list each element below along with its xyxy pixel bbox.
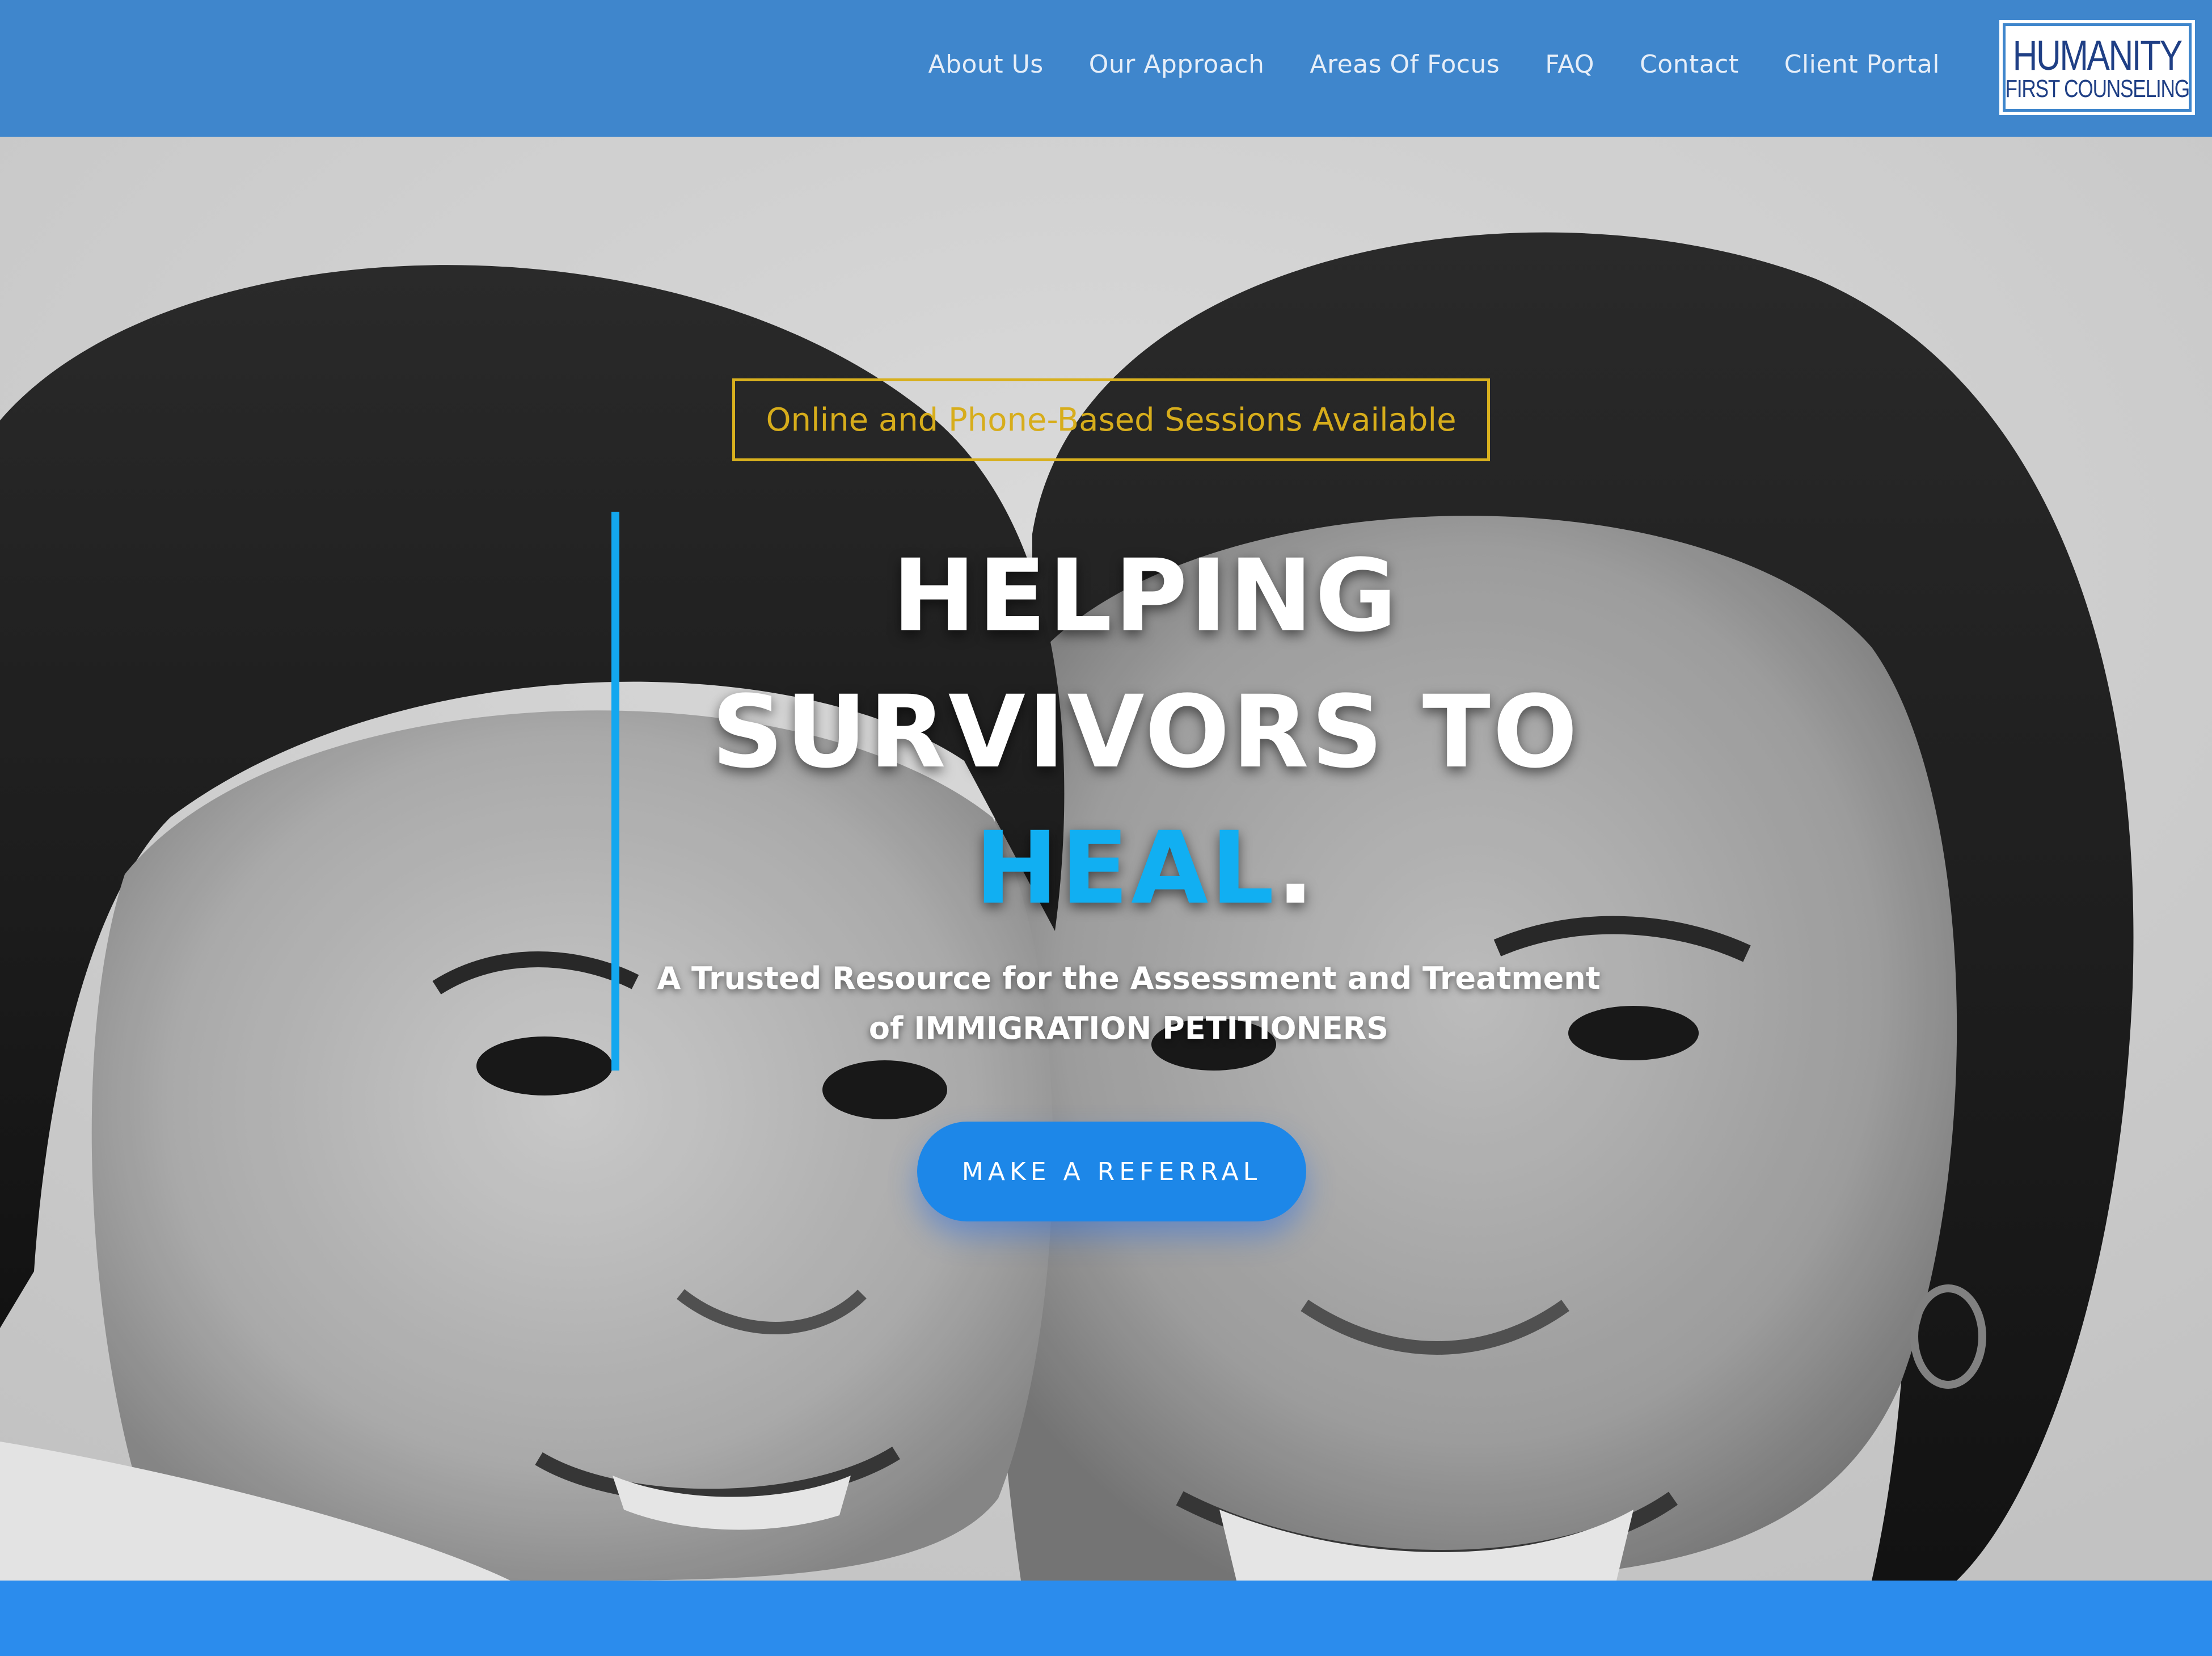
hero-section: Online and Phone-Based Sessions Availabl… xyxy=(0,137,2212,1581)
nav-contact[interactable]: Contact xyxy=(1640,50,1739,79)
headline-highlight-heal: HEAL xyxy=(974,810,1277,926)
logo-frame: HUMANITY FIRST COUNSELING xyxy=(2005,26,2190,109)
next-section-band xyxy=(0,1581,2212,1656)
headline-period: . xyxy=(1276,810,1317,926)
nav-our-approach[interactable]: Our Approach xyxy=(1089,50,1265,79)
logo-wordmark-top: HUMANITY xyxy=(2012,32,2183,79)
hero-subtext: A Trusted Resource for the Assessment an… xyxy=(624,954,1633,1054)
headline-line-3: HEAL. xyxy=(669,800,1622,937)
subtext-line-1: A Trusted Resource for the Assessment an… xyxy=(657,960,1601,996)
site-header: About Us Our Approach Areas Of Focus FAQ… xyxy=(0,0,2212,137)
nav-areas-of-focus[interactable]: Areas Of Focus xyxy=(1310,50,1500,79)
hero-headline: HELPING SURVIVORS TO HEAL. xyxy=(669,528,1622,937)
main-nav: About Us Our Approach Areas Of Focus FAQ… xyxy=(928,50,1940,79)
site-logo[interactable]: HUMANITY FIRST COUNSELING xyxy=(1999,20,2195,115)
headline-line-2: SURVIVORS TO xyxy=(711,674,1580,790)
nav-about-us[interactable]: About Us xyxy=(928,50,1044,79)
sessions-availability-badge: Online and Phone-Based Sessions Availabl… xyxy=(732,378,1490,461)
nav-client-portal[interactable]: Client Portal xyxy=(1784,50,1940,79)
make-a-referral-button[interactable]: MAKE A REFERRAL xyxy=(917,1122,1306,1221)
headline-accent-bar xyxy=(611,512,619,1071)
headline-line-1: HELPING xyxy=(892,538,1399,654)
logo-wordmark-bottom: FIRST COUNSELING xyxy=(2005,75,2190,103)
nav-faq[interactable]: FAQ xyxy=(1545,50,1594,79)
subtext-line-2: of IMMIGRATION PETITIONERS xyxy=(868,1010,1389,1046)
